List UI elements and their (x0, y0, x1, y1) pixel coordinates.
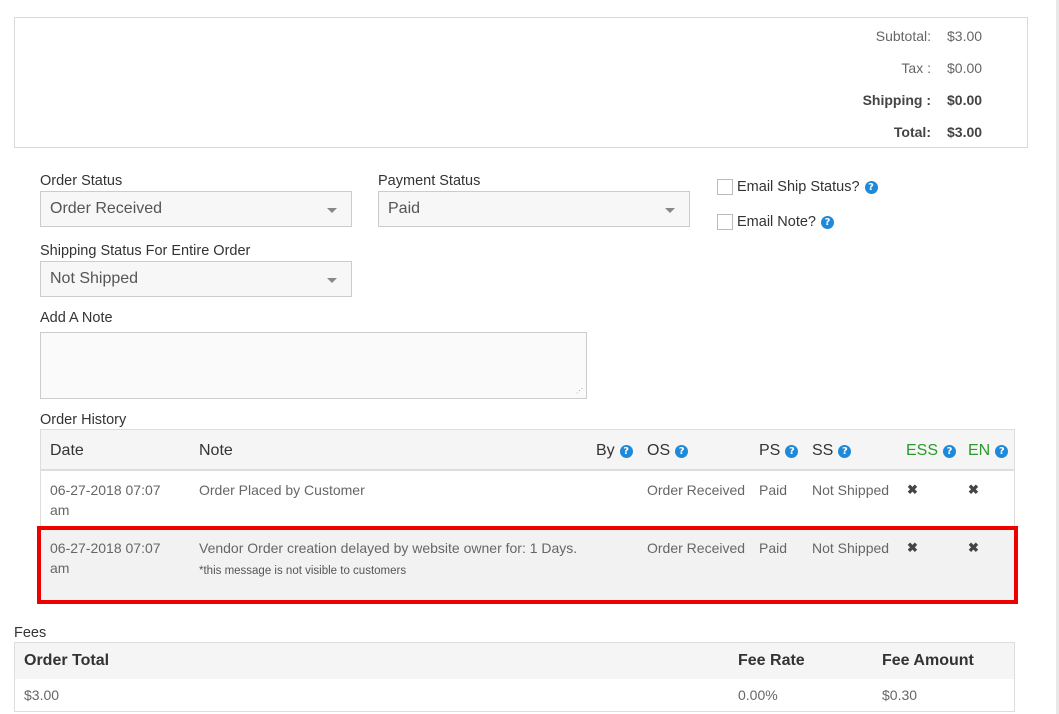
order-status-select[interactable]: Order Received (40, 191, 352, 227)
row-date: 06-27-2018 07:07 am (50, 480, 161, 520)
tax-value: $0.00 (947, 60, 983, 76)
total-label: Total: (893, 124, 931, 140)
help-icon[interactable]: ? (675, 444, 689, 458)
email-note-label: Email Note? (737, 214, 816, 230)
header-fee-rate: Fee Rate (738, 652, 805, 669)
close-icon: ✖ (968, 482, 979, 497)
header-en-label: EN (968, 442, 991, 459)
email-ship-status-option: Email Ship Status? ? (717, 179, 878, 195)
chevron-down-icon (327, 208, 337, 213)
tax-label: Tax : (901, 60, 931, 76)
fees-table: Order Total Fee Rate Fee Amount $3.00 0.… (14, 642, 1015, 712)
subtotal-label: Subtotal: (875, 28, 931, 44)
header-ps-label: PS (759, 442, 781, 459)
row-ps: Paid (759, 482, 788, 498)
header-ess-label: ESS (906, 442, 939, 459)
header-order-total: Order Total (24, 652, 110, 669)
tax-row: Tax : $0.00 (771, 60, 997, 80)
shipping-label: Shipping : (862, 92, 931, 108)
header-by-label: By (596, 442, 615, 459)
table-header: Order Total Fee Rate Fee Amount (15, 643, 1014, 679)
help-icon[interactable]: ? (943, 444, 957, 458)
total-value: $3.00 (947, 124, 983, 140)
fee-order-total: $3.00 (24, 687, 60, 703)
help-icon[interactable]: ? (619, 444, 633, 458)
header-by: By? (596, 442, 633, 460)
header-note: Note (199, 442, 233, 459)
order-totals-panel: Subtotal: $3.00 Tax : $0.00 Shipping : $… (14, 17, 1028, 148)
add-note-textarea[interactable]: ⋰ (40, 332, 587, 399)
shipping-status-select[interactable]: Not Shipped (40, 261, 352, 297)
email-note-option: Email Note? ? (717, 214, 834, 230)
header-date: Date (50, 442, 84, 459)
table-header: Date Note By? OS? PS? SS? ESS? EN? (41, 430, 1014, 471)
header-fee-amount: Fee Amount (882, 652, 974, 669)
row-date-line1: 06-27-2018 07:07 (50, 482, 161, 498)
payment-status-value: Paid (388, 200, 421, 217)
row-ss: Not Shipped (812, 482, 890, 498)
shipping-status-value: Not Shipped (50, 270, 139, 287)
add-note-label: Add A Note (40, 310, 113, 326)
help-icon[interactable]: ? (820, 215, 834, 229)
resize-handle-icon[interactable]: ⋰ (576, 388, 584, 396)
payment-status-label: Payment Status (378, 173, 481, 189)
fee-amount: $0.30 (882, 687, 918, 703)
chevron-down-icon (327, 278, 337, 283)
help-icon[interactable]: ? (864, 180, 878, 194)
header-os-label: OS (647, 442, 671, 459)
payment-status-select[interactable]: Paid (378, 191, 690, 227)
header-en: EN? (968, 442, 1009, 460)
highlight-box (37, 526, 1018, 604)
help-icon[interactable]: ? (838, 444, 852, 458)
total-row: Total: $3.00 (771, 124, 997, 144)
email-ship-status-label: Email Ship Status? (737, 179, 860, 195)
help-icon[interactable]: ? (995, 444, 1009, 458)
header-ss: SS? (812, 442, 852, 460)
order-history-title: Order History (40, 412, 127, 428)
row-os: Order Received (647, 482, 746, 498)
fees-title: Fees (14, 625, 47, 641)
table-row: 06-27-2018 07:07 am Order Placed by Custo… (41, 471, 1014, 527)
header-ss-label: SS (812, 442, 834, 459)
help-icon[interactable]: ? (785, 444, 799, 458)
header-ess: ESS? (906, 442, 957, 460)
order-status-value: Order Received (50, 200, 163, 217)
header-os: OS? (647, 442, 689, 460)
close-icon: ✖ (907, 482, 918, 497)
chevron-down-icon (665, 208, 675, 213)
email-ship-status-checkbox[interactable] (717, 179, 733, 195)
fee-rate: 0.00% (738, 687, 778, 703)
shipping-row: Shipping : $0.00 (771, 92, 997, 112)
subtotal-value: $3.00 (947, 28, 983, 44)
shipping-status-label: Shipping Status For Entire Order (40, 243, 251, 259)
row-note: Order Placed by Customer (199, 482, 365, 498)
shipping-value: $0.00 (947, 92, 983, 108)
order-status-label: Order Status (40, 173, 123, 189)
email-note-checkbox[interactable] (717, 214, 733, 230)
subtotal-row: Subtotal: $3.00 (771, 28, 997, 48)
row-date-line2: am (50, 502, 70, 518)
header-ps: PS? (759, 442, 799, 460)
